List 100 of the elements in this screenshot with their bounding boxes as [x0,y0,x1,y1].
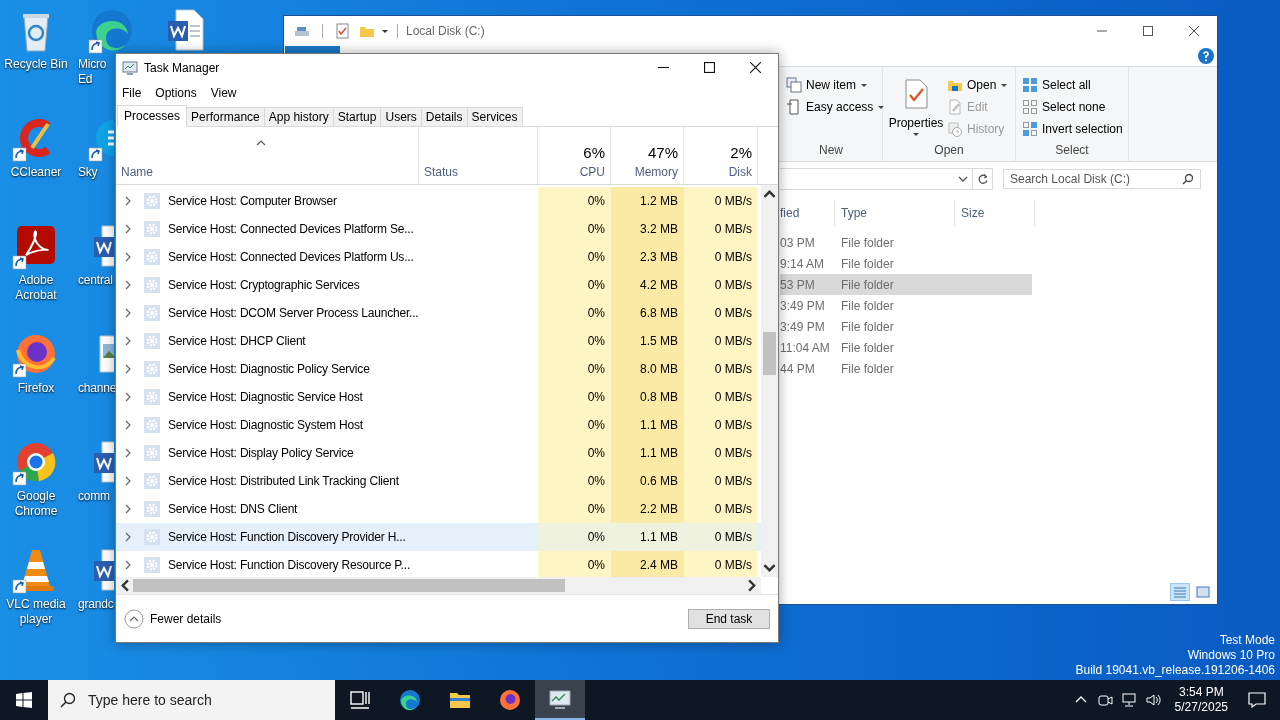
column-header[interactable]: Disk [728,165,752,179]
process-row[interactable]: Service Host: Diagnostic System Host 0% 1.1 MB 0 MB/s [116,411,761,439]
process-row[interactable]: Service Host: Computer Browser 0% 1.2 MB 0 MB/s [116,187,761,215]
desktop-icon-label[interactable]: grandc [78,597,114,612]
scrollbar[interactable] [116,577,761,594]
sort-caret-icon[interactable] [256,140,266,146]
clock-time[interactable]: 3:54 PM [1178,685,1224,700]
chevron-icon[interactable] [124,364,132,374]
column-header[interactable]: Name [121,165,413,179]
menu-item[interactable]: File [122,86,142,100]
process-row[interactable]: Service Host: DHCP Client 0% 1.5 MB 0 MB/s [116,327,761,355]
search-icon[interactable] [1182,173,1194,185]
chevron-icon[interactable] [124,196,132,206]
chevron-icon[interactable] [124,392,132,402]
menu-item[interactable]: Options [155,86,197,100]
ribbon-button[interactable]: Invert selection [1022,118,1123,140]
process-row[interactable]: Service Host: Function Discovery Resource P... 0% 2.4 MB 0 MB/s [116,551,761,577]
notification-icon[interactable] [1248,692,1266,708]
desktop-icon-label[interactable]: CCleaner [10,165,62,180]
ribbon-button[interactable]: New item [786,74,886,96]
gear-icon [144,473,160,489]
desktop-icon-label[interactable]: Adobe Acrobat [0,273,72,303]
desktop-icon-label[interactable]: Recycle Bin [4,57,68,72]
column-header[interactable]: CPU [579,165,605,179]
process-row[interactable]: Service Host: DNS Client 0% 2.2 MB 0 MB/s [116,495,761,523]
collapse-icon[interactable] [124,608,144,629]
table-cell-text: 03 PM [780,235,816,250]
chevron-icon[interactable] [124,252,132,262]
ribbon-button[interactable]: Easy access [786,96,886,118]
help-icon[interactable] [1198,48,1214,64]
process-row[interactable]: Service Host: Connected Devices Platform Se... 0% 3.2 MB 0 MB/s [116,215,761,243]
file-row[interactable]: 3:49 PM File folder [780,316,1032,337]
table-cell: 2.4 MB [611,551,684,577]
menu-item[interactable]: View [210,86,237,100]
checklist-icon[interactable] [335,23,351,39]
file-row[interactable]: 03 PM File folder [780,232,1032,253]
scrollbar-thumb[interactable] [763,332,776,375]
search-field[interactable]: Search Local Disk (C:) [1003,169,1201,189]
tab[interactable]: App history [264,107,334,127]
volume-icon[interactable] [1144,692,1161,708]
gear-icon [144,445,160,461]
process-row[interactable]: Service Host: DCOM Server Process Launcher... 0% 6.8 MB 0 MB/s [116,299,761,327]
tab[interactable]: Details [421,107,468,127]
process-row[interactable]: Service Host: Diagnostic Policy Service 0% 8.0 MB 0 MB/s [116,355,761,383]
gear-icon [144,305,160,321]
taskbar-app-button[interactable] [535,680,585,720]
file-row[interactable]: 3:49 PM File folder [780,295,1032,316]
tab[interactable]: Users [381,107,422,127]
chevron-icon[interactable] [124,476,132,486]
chevron-icon[interactable] [124,420,132,430]
refresh-button[interactable] [973,168,993,190]
chevron-down-icon[interactable] [958,174,968,184]
ribbon-button[interactable]: Select none [1022,96,1123,118]
file-row[interactable]: 11:04 AM File folder [780,337,1032,358]
network-icon[interactable] [1120,692,1137,708]
search-field[interactable]: Type here to search [48,680,335,720]
desktop-icon-label[interactable]: central [78,273,114,288]
gear-icon [144,193,160,209]
column-header[interactable]: Status [424,165,532,179]
process-row[interactable]: Service Host: Cryptographic Services 0% 4.2 MB 0 MB/s [116,271,761,299]
desktop-icon-label[interactable]: Sky [78,165,114,180]
column-header[interactable]: Size [955,200,1035,226]
desktop-icon-label[interactable]: channe [78,381,114,396]
scrollbar[interactable] [761,185,778,577]
process-row[interactable]: Service Host: Diagnostic Service Host 0% 0.8 MB 0 MB/s [116,383,761,411]
camera-icon[interactable] [1096,692,1113,708]
tab[interactable]: Services [467,107,523,127]
process-row[interactable]: Service Host: Connected Devices Platform Us... 0% 2.3 MB 0 MB/s [116,243,761,271]
tab[interactable]: Performance [187,107,265,127]
file-row[interactable]: 53 PM File folder [780,274,1032,295]
desktop-icon-label[interactable]: comm [78,489,114,504]
chevron-icon[interactable] [124,504,132,514]
ribbon-button[interactable]: Select all [1022,74,1123,96]
chevron-icon[interactable] [124,336,132,346]
file-row[interactable]: 9:14 AM File folder [780,253,1032,274]
file-row[interactable]: 44 PM File folder [780,358,1032,379]
chevron-icon[interactable] [124,224,132,234]
chevron-icon[interactable] [124,308,132,318]
tab[interactable]: Processes [117,105,188,127]
column-header[interactable]: Memory [634,165,678,179]
process-row[interactable]: Service Host: Distributed Link Tracking Client 0% 0.6 MB 0 MB/s [116,467,761,495]
fewer-details-link[interactable]: Fewer details [150,611,222,626]
scrollbar-thumb[interactable] [133,579,565,592]
chevron-icon[interactable] [124,532,132,542]
column-header[interactable]: Type [835,200,955,226]
ribbon-button[interactable]: Open [947,74,1009,96]
chevron-icon[interactable] [124,280,132,290]
process-row[interactable]: Service Host: Display Policy Service 0% 1.1 MB 0 MB/s [116,439,761,467]
chevron-icon[interactable] [124,560,132,570]
caret-icon[interactable] [381,27,389,35]
desktop-icon-label[interactable]: Micro Ed [78,57,114,87]
clock-date[interactable]: 5/27/2025 [1174,700,1228,715]
tab[interactable]: Startup [333,107,382,127]
ribbon-button[interactable]: Properties [889,74,943,143]
column-header[interactable]: fied [780,200,835,226]
gear-icon [144,249,160,265]
chevron-icon[interactable] [124,448,132,458]
process-row[interactable]: Service Host: Function Discovery Provider H... 0% 1.1 MB 0 MB/s [116,523,761,551]
end-task-button[interactable]: End task [688,608,770,629]
desktop-icon-label[interactable]: VLC media player [0,597,72,627]
